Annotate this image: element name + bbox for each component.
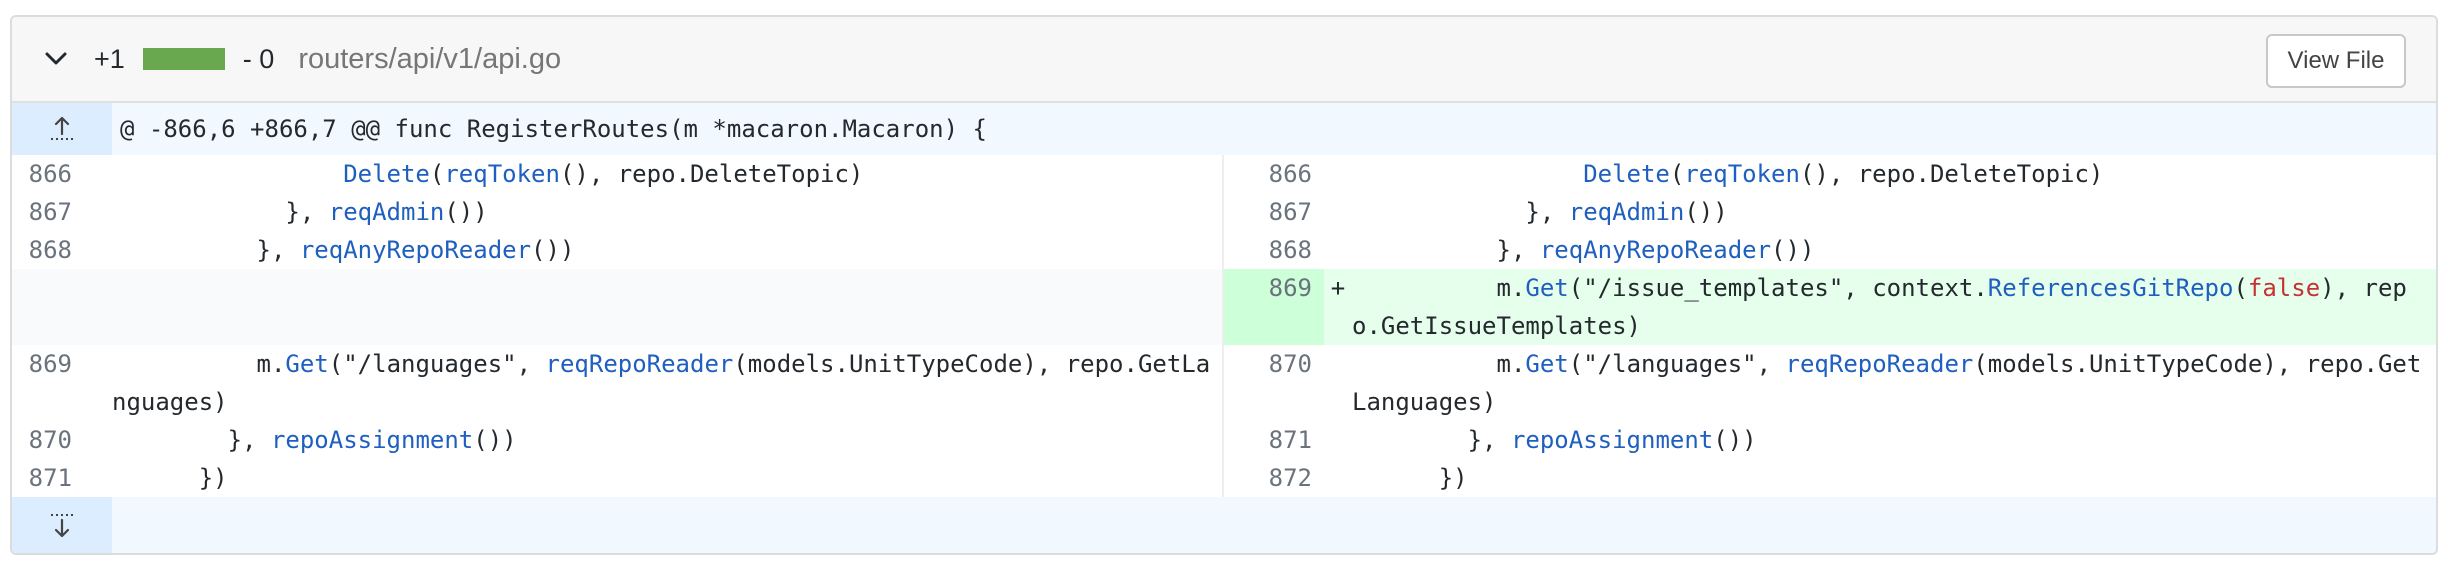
code-line-added: m.Get("/issue_templates", context.Refere… — [1352, 269, 2436, 345]
code-line: }) — [1352, 464, 1468, 492]
line-number[interactable]: 869 — [12, 345, 112, 421]
line-number[interactable]: 868 — [12, 231, 112, 269]
code-line: }, reqAnyRepoReader()) — [1352, 236, 1815, 264]
code-line: }, repoAssignment()) — [1352, 426, 1757, 454]
chevron-down-icon[interactable] — [44, 47, 68, 71]
expand-down-icon[interactable] — [12, 497, 112, 553]
code-line: m.Get("/languages", reqRepoReader(models… — [1352, 350, 2422, 416]
code-line: Delete(reqToken(), repo.DeleteTopic) — [343, 160, 864, 188]
code-line: }) — [112, 464, 228, 492]
expand-up-icon[interactable] — [12, 103, 112, 155]
empty-side — [12, 269, 1224, 345]
hunk-header-row: @ -866,6 +866,7 @@ func RegisterRoutes(m… — [12, 103, 2436, 155]
line-number[interactable]: 866 — [12, 155, 112, 193]
additions-count: +1 — [94, 43, 125, 74]
code-line: Delete(reqToken(), repo.DeleteTopic) — [1583, 160, 2104, 188]
diff-stat-bar — [142, 48, 225, 70]
line-number[interactable]: 867 — [1224, 193, 1324, 231]
hunk-header-text: @ -866,6 +866,7 @@ func RegisterRoutes(m… — [120, 115, 987, 143]
diff-row-added: 869 + m.Get("/issue_templates", context.… — [12, 269, 2436, 345]
line-number[interactable]: 871 — [1224, 421, 1324, 459]
line-number[interactable]: 870 — [12, 421, 112, 459]
code-line: }, reqAdmin()) — [112, 198, 488, 226]
deletions-count: - 0 — [242, 43, 275, 74]
line-number[interactable]: 871 — [12, 459, 112, 497]
addition-sign: + — [1324, 269, 1352, 345]
diff-row: 871 }) 872 }) — [12, 459, 2436, 497]
line-number[interactable]: 868 — [1224, 231, 1324, 269]
line-number[interactable]: 870 — [1224, 345, 1324, 421]
code-line: }, repoAssignment()) — [112, 426, 517, 454]
line-number[interactable]: 867 — [12, 193, 112, 231]
diff-stat-addition-segment — [142, 48, 225, 70]
diff-row: 867 }, reqAdmin()) 867 }, reqAdmin()) — [12, 193, 2436, 231]
diff-file-box: +1 - 0 routers/api/v1/api.go View File @… — [10, 15, 2438, 555]
line-number[interactable]: 869 — [1224, 269, 1324, 345]
diff-row: 868 }, reqAnyRepoReader()) 868 }, reqAny… — [12, 231, 2436, 269]
file-header: +1 - 0 routers/api/v1/api.go View File — [12, 17, 2436, 103]
diff-row: 870 }, repoAssignment()) 871 }, repoAssi… — [12, 421, 2436, 459]
line-number[interactable]: 872 — [1224, 459, 1324, 497]
diff-row: 869 m.Get("/languages", reqRepoReader(mo… — [12, 345, 2436, 421]
code-line: m.Get("/languages", reqRepoReader(models… — [112, 350, 1211, 416]
file-path[interactable]: routers/api/v1/api.go — [298, 43, 561, 76]
code-line: }, reqAnyRepoReader()) — [112, 236, 575, 264]
code-line: }, reqAdmin()) — [1352, 198, 1728, 226]
view-file-button[interactable]: View File — [2266, 34, 2406, 88]
diff-row: 866 Delete(reqToken(), repo.DeleteTopic)… — [12, 155, 2436, 193]
line-number[interactable]: 866 — [1224, 155, 1324, 193]
hunk-footer-row — [12, 497, 2436, 553]
